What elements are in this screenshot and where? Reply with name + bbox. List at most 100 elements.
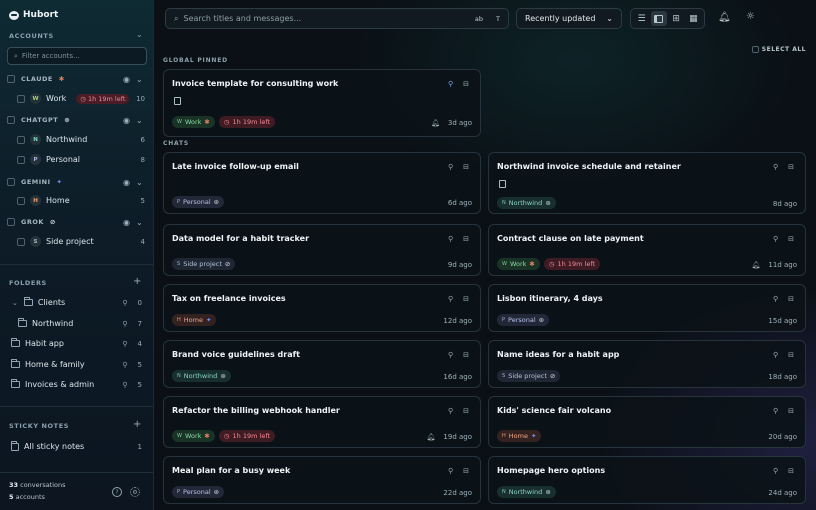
- folder-row-clients[interactable]: ⌄ Clients ⚲ 0: [12, 297, 142, 307]
- pin-icon[interactable]: ⚲: [448, 295, 453, 303]
- folder-row-home-family[interactable]: Home & family ⚲ 5: [11, 359, 142, 369]
- eye-icon[interactable]: ◉: [123, 75, 130, 84]
- archive-icon[interactable]: ⊟: [788, 295, 794, 303]
- conversation-card[interactable]: Meal plan for a busy week ⚲ ⊟ P Personal ⊛ 22d…: [163, 456, 481, 504]
- folder-row-habit-app[interactable]: Habit app ⚲ 4: [11, 338, 142, 348]
- match-case-toggle[interactable]: ab: [475, 15, 483, 23]
- bell-icon[interactable]: 🔔︎: [752, 261, 761, 269]
- chevron-down-icon[interactable]: ⌄: [136, 178, 143, 187]
- conversation-card[interactable]: Kids' science fair volcano ⚲ ⊟ H Home ✦ 20d ag…: [488, 396, 806, 448]
- pin-icon[interactable]: ⚲: [448, 80, 453, 88]
- archive-icon[interactable]: ⊟: [463, 351, 469, 359]
- archive-icon[interactable]: ⊟: [788, 407, 794, 415]
- pin-icon[interactable]: ⚲: [448, 163, 453, 171]
- card-title: Brand voice guidelines draft: [172, 350, 300, 359]
- bell-icon[interactable]: 🔔︎: [427, 433, 436, 441]
- pin-icon[interactable]: ⚲: [773, 467, 778, 475]
- pin-icon[interactable]: ⚲: [122, 320, 127, 328]
- pin-icon[interactable]: ⚲: [448, 351, 453, 359]
- conversation-card[interactable]: Homepage hero options ⚲ ⊟ N Northwind ⊛ 24d ag…: [488, 456, 806, 504]
- grid-view-button[interactable]: ⊞: [668, 11, 684, 26]
- provider-checkbox[interactable]: [7, 178, 15, 186]
- pin-icon[interactable]: ⚲: [122, 299, 127, 307]
- eye-icon[interactable]: ◉: [123, 178, 130, 187]
- add-folder-plus-icon[interactable]: +: [133, 276, 141, 287]
- archive-icon[interactable]: ⊟: [463, 80, 469, 88]
- pin-icon[interactable]: ⚲: [773, 351, 778, 359]
- conversation-card[interactable]: Name ideas for a habit app ⚲ ⊟ S Side projec…: [488, 340, 806, 388]
- conversation-card[interactable]: Brand voice guidelines draft ⚲ ⊟ N Northwind…: [163, 340, 481, 388]
- archive-icon[interactable]: ⊟: [788, 467, 794, 475]
- pin-icon[interactable]: ⚲: [773, 407, 778, 415]
- two-column-view-button[interactable]: [650, 11, 667, 26]
- archive-icon[interactable]: ⊟: [788, 235, 794, 243]
- bell-icon[interactable]: 🔔︎: [431, 119, 440, 127]
- filter-accounts-input[interactable]: ⌕ Filter accounts...: [7, 47, 147, 65]
- provider-gemini[interactable]: GEMINI ✦: [7, 178, 62, 186]
- account-checkbox[interactable]: [17, 94, 25, 103]
- dense-grid-view-button[interactable]: ▦: [685, 11, 701, 26]
- provider-checkbox[interactable]: [7, 116, 15, 124]
- archive-icon[interactable]: ⊟: [463, 467, 469, 475]
- tag-label: Home: [508, 432, 528, 440]
- account-row-side-project[interactable]: S Side project 4: [17, 236, 145, 247]
- account-checkbox[interactable]: [17, 135, 25, 144]
- accounts-collapse-chevron-icon[interactable]: ⌄: [136, 30, 143, 39]
- bell-icon[interactable]: 🔔︎: [718, 12, 731, 23]
- archive-icon[interactable]: ⊟: [463, 295, 469, 303]
- provider-chatgpt[interactable]: CHATGPT ⊛: [7, 116, 70, 124]
- provider-grok[interactable]: GROK ⊘: [7, 218, 56, 226]
- search-input[interactable]: ⌕ Search titles and messages... ab T: [165, 8, 509, 29]
- pin-icon[interactable]: ⚲: [773, 163, 778, 171]
- folder-row-northwind[interactable]: Northwind ⚲ 7: [18, 318, 142, 328]
- pin-icon[interactable]: ⚲: [448, 407, 453, 415]
- archive-icon[interactable]: ⊟: [463, 163, 469, 171]
- help-icon[interactable]: ?: [112, 487, 122, 497]
- pin-icon[interactable]: ⚲: [773, 295, 778, 303]
- account-checkbox[interactable]: [17, 155, 25, 164]
- sort-dropdown[interactable]: Recently updated ⌄: [516, 8, 622, 29]
- pin-icon[interactable]: ⚲: [448, 235, 453, 243]
- account-row-northwind[interactable]: N Northwind 6: [17, 134, 145, 145]
- account-checkbox[interactable]: [17, 196, 25, 205]
- app-brand[interactable]: Hubort: [9, 10, 58, 20]
- pin-icon[interactable]: ⚲: [448, 467, 453, 475]
- sticky-notes-all[interactable]: All sticky notes 1: [11, 440, 142, 451]
- conversation-card[interactable]: Contract clause on late payment ⚲ ⊟ W Work ✱ ◷…: [488, 224, 806, 276]
- conversation-card[interactable]: Lisbon itinerary, 4 days ⚲ ⊟ P Personal ⊛ 15d …: [488, 284, 806, 332]
- pin-icon[interactable]: ⚲: [122, 340, 127, 348]
- archive-icon[interactable]: ⊟: [463, 235, 469, 243]
- pin-icon[interactable]: ⚲: [122, 361, 127, 369]
- add-sticky-note-plus-icon[interactable]: +: [133, 419, 141, 430]
- conversation-card[interactable]: Northwind invoice schedule and retainer ⚲…: [488, 152, 806, 214]
- account-row-home[interactable]: H Home 5: [17, 195, 145, 206]
- account-row-work[interactable]: W Work ◷ 1h 19m left 10: [17, 93, 145, 104]
- list-view-button[interactable]: ☰: [634, 11, 650, 26]
- provider-checkbox[interactable]: [7, 75, 15, 83]
- conversation-card[interactable]: Tax on freelance invoices ⚲ ⊟ H Home ✦ 12d ago: [163, 284, 481, 332]
- settings-gear-icon[interactable]: ⚙: [130, 487, 140, 497]
- archive-icon[interactable]: ⊟: [463, 407, 469, 415]
- eye-icon[interactable]: ◉: [123, 218, 130, 227]
- pin-icon[interactable]: ⚲: [773, 235, 778, 243]
- archive-icon[interactable]: ⊟: [788, 351, 794, 359]
- account-row-personal[interactable]: P Personal 8: [17, 154, 145, 165]
- provider-checkbox[interactable]: [7, 218, 15, 226]
- chevron-down-icon[interactable]: ⌄: [136, 116, 143, 125]
- conversation-card[interactable]: Data model for a habit tracker ⚲ ⊟ S Side pr…: [163, 224, 481, 276]
- account-checkbox[interactable]: [17, 237, 25, 246]
- conversation-card[interactable]: Refactor the billing webhook handler ⚲ ⊟ W W…: [163, 396, 481, 448]
- chevron-down-icon[interactable]: ⌄: [136, 218, 143, 227]
- theme-sun-icon[interactable]: ☼: [746, 11, 755, 22]
- pinned-conversation-card[interactable]: Invoice template for consulting work ⚲ ⊟…: [163, 69, 481, 137]
- eye-icon[interactable]: ◉: [123, 116, 130, 125]
- pin-icon[interactable]: ⚲: [122, 381, 127, 389]
- conversation-card[interactable]: Late invoice follow-up email ⚲ ⊟ P Personal ⊛…: [163, 152, 481, 214]
- chevron-down-icon[interactable]: ⌄: [136, 75, 143, 84]
- select-all-toggle[interactable]: SELECT ALL: [751, 46, 806, 53]
- folder-row-invoices-admin[interactable]: Invoices & admin ⚲ 5: [11, 379, 142, 389]
- chevron-down-icon[interactable]: ⌄: [12, 299, 18, 307]
- archive-icon[interactable]: ⊟: [788, 163, 794, 171]
- title-only-toggle[interactable]: T: [496, 15, 500, 23]
- select-all-checkbox[interactable]: [751, 46, 759, 53]
